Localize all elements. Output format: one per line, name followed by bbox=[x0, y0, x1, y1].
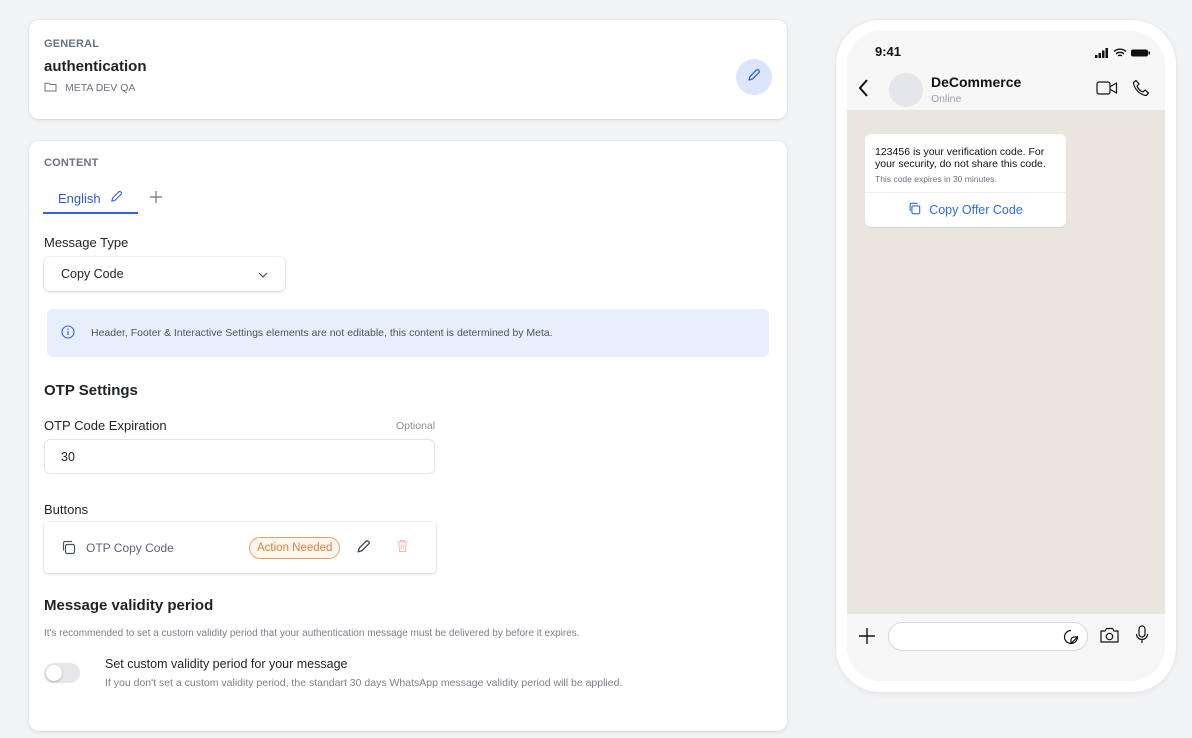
battery-icon bbox=[1131, 45, 1151, 63]
edit-general-button[interactable] bbox=[736, 59, 772, 95]
template-name: authentication bbox=[44, 58, 147, 75]
chevron-down-icon bbox=[258, 267, 268, 281]
wifi-icon bbox=[1113, 45, 1127, 63]
validity-description: It's recommended to set a custom validit… bbox=[44, 628, 580, 639]
tab-english-label: English bbox=[58, 190, 101, 206]
phone-call-icon[interactable] bbox=[1132, 79, 1150, 102]
video-call-icon[interactable] bbox=[1096, 81, 1118, 100]
general-card: GENERAL authentication META DEV QA bbox=[29, 20, 787, 119]
otp-settings-heading: OTP Settings bbox=[44, 382, 138, 399]
language-tabs: English bbox=[43, 184, 166, 214]
chat-header: DeCommerce Online bbox=[847, 66, 1165, 112]
button-item-label: OTP Copy Code bbox=[86, 540, 174, 555]
content-section-label: CONTENT bbox=[44, 157, 99, 169]
message-type-select[interactable]: Copy Code bbox=[44, 257, 285, 291]
custom-validity-toggle[interactable] bbox=[44, 663, 80, 683]
signal-icon bbox=[1095, 45, 1109, 63]
action-needed-badge[interactable]: Action Needed bbox=[249, 537, 341, 559]
status-bar-icons bbox=[1095, 45, 1151, 63]
otp-expiration-label: OTP Code Expiration bbox=[44, 418, 167, 433]
meta-info-banner: Header, Footer & Interactive Settings el… bbox=[47, 309, 769, 357]
chat-area: 123456 is your verification code. For yo… bbox=[847, 110, 1165, 614]
microphone-icon[interactable] bbox=[1135, 625, 1149, 650]
toggle-description: If you don't set a custom validity perio… bbox=[105, 677, 623, 689]
avatar bbox=[889, 73, 923, 107]
contact-status: Online bbox=[931, 93, 962, 105]
back-chevron-icon[interactable] bbox=[858, 79, 869, 102]
validity-heading: Message validity period bbox=[44, 597, 214, 614]
plus-icon bbox=[149, 190, 163, 209]
copy-offer-code-label: Copy Offer Code bbox=[929, 203, 1023, 217]
folder-icon bbox=[44, 81, 57, 95]
content-card: CONTENT English Message Type Copy Code H… bbox=[29, 141, 787, 731]
message-bubble: 123456 is your verification code. For yo… bbox=[865, 134, 1066, 227]
toggle-knob bbox=[46, 665, 62, 681]
message-text: 123456 is your verification code. For yo… bbox=[875, 146, 1046, 170]
copy-icon bbox=[908, 202, 921, 218]
trash-icon[interactable] bbox=[396, 539, 409, 558]
add-language-button[interactable] bbox=[146, 189, 166, 209]
phone-preview: 9:41 DeCommerce Online 123456 is your ve… bbox=[836, 20, 1176, 692]
buttons-label: Buttons bbox=[44, 502, 89, 517]
copy-icon bbox=[61, 540, 76, 560]
message-type-value: Copy Code bbox=[61, 267, 124, 281]
info-icon bbox=[61, 324, 75, 342]
optional-hint: Optional bbox=[396, 420, 436, 432]
pencil-icon bbox=[746, 67, 762, 88]
otp-expiration-input[interactable]: 30 bbox=[44, 439, 435, 474]
message-input[interactable] bbox=[888, 622, 1088, 651]
general-section-label: GENERAL bbox=[44, 38, 100, 50]
message-type-label: Message Type bbox=[44, 235, 129, 250]
copy-offer-code-button[interactable]: Copy Offer Code bbox=[865, 193, 1066, 227]
contact-name: DeCommerce bbox=[931, 74, 1022, 90]
expiry-text: This code expires in 30 minutes. bbox=[875, 174, 997, 184]
status-time: 9:41 bbox=[875, 44, 902, 59]
chat-input-bar bbox=[847, 614, 1165, 681]
folder-info: META DEV QA bbox=[44, 81, 135, 95]
phone-screen: 9:41 DeCommerce Online 123456 is your ve… bbox=[847, 31, 1165, 681]
plus-icon[interactable] bbox=[858, 627, 876, 650]
sticker-icon[interactable] bbox=[1063, 629, 1079, 650]
toggle-title: Set custom validity period for your mess… bbox=[105, 657, 348, 671]
pencil-icon[interactable] bbox=[109, 189, 124, 207]
pencil-icon[interactable] bbox=[355, 538, 372, 560]
button-item-otp-copy-code: OTP Copy Code Action Needed bbox=[44, 522, 436, 573]
camera-icon[interactable] bbox=[1099, 627, 1120, 649]
folder-name: META DEV QA bbox=[65, 82, 136, 94]
info-text: Header, Footer & Interactive Settings el… bbox=[91, 327, 553, 339]
tab-english[interactable]: English bbox=[43, 184, 138, 214]
